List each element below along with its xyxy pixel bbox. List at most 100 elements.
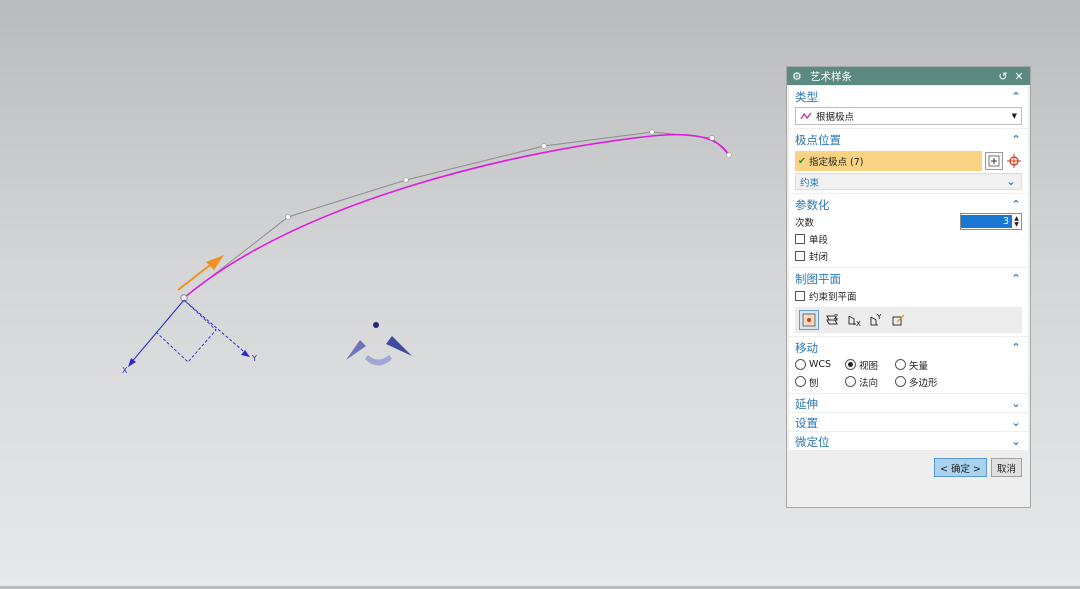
section-title: 类型	[795, 89, 818, 104]
point-picker-button[interactable]	[1006, 153, 1022, 169]
radio-button[interactable]	[895, 376, 906, 387]
svg-text:Y: Y	[876, 313, 882, 321]
closed-label: 封闭	[809, 251, 829, 263]
chevron-up-icon[interactable]: ⌃	[1010, 198, 1022, 211]
svg-text:X: X	[856, 320, 861, 327]
zx-plane-icon[interactable]: Y	[867, 311, 885, 329]
reset-icon[interactable]: ↺	[997, 70, 1009, 83]
section-parameterization: 参数化 ⌃ 次数 3 ▲ ▼ 单段 封闭	[789, 194, 1028, 267]
section-type-header[interactable]: 类型 ⌃	[795, 88, 1022, 105]
move-options-row-2: 刨 法向 多边形	[795, 373, 1022, 390]
dialog-titlebar: ⚙ 艺术样条 ↺ ✕	[787, 67, 1030, 85]
move-option-label: 视图	[859, 360, 879, 372]
type-dropdown-value: 根据极点	[816, 112, 855, 123]
degree-row: 次数 3 ▲ ▼	[795, 213, 1022, 230]
radio-button[interactable]	[895, 359, 906, 370]
spline-curve[interactable]	[183, 133, 730, 299]
degree-value[interactable]: 3	[961, 215, 1012, 228]
chevron-up-icon[interactable]: ⌃	[1010, 341, 1022, 354]
point-dialog-button[interactable]	[985, 152, 1003, 170]
section-title: 设置	[795, 415, 818, 430]
stepper-arrows-icon[interactable]: ▲ ▼	[1012, 215, 1021, 228]
art-spline-dialog: ⚙ 艺术样条 ↺ ✕ 类型 ⌃ 根据极点 ▼ 极点位置 ⌃ ✔ 指定极点 (7)	[786, 66, 1031, 508]
chevron-up-icon[interactable]: ⌃	[1010, 272, 1022, 285]
spline-type-icon	[800, 112, 812, 120]
chevron-up-icon[interactable]: ⌃	[1010, 90, 1022, 103]
xy-plane-icon[interactable]: Z	[823, 311, 841, 329]
constraint-subsection[interactable]: 约束 ⌄	[795, 173, 1022, 190]
pole-point[interactable]	[541, 143, 547, 149]
move-option-label: 刨	[809, 377, 819, 389]
section-title: 制图平面	[795, 271, 841, 286]
point-dialog-icon	[988, 155, 1000, 167]
constrain-to-plane-row[interactable]: 约束到平面	[795, 287, 1022, 304]
pole-selection-row: ✔ 指定极点 (7)	[795, 151, 1022, 171]
type-dropdown[interactable]: 根据极点 ▼	[795, 107, 1022, 125]
svg-text:Z: Z	[834, 314, 838, 321]
wcs-triad: X Y	[122, 299, 257, 375]
section-title: 微定位	[795, 434, 830, 449]
move-options-row-1: WCS 视图 矢量	[795, 356, 1022, 373]
radio-button[interactable]	[795, 376, 806, 387]
radio-button[interactable]	[845, 376, 856, 387]
pole-point[interactable]	[285, 214, 291, 220]
ok-button[interactable]: < 确定 >	[934, 458, 987, 477]
constraint-label: 约束	[800, 177, 820, 189]
section-move-header[interactable]: 移动 ⌃	[795, 339, 1022, 356]
close-icon[interactable]: ✕	[1013, 70, 1025, 83]
plane-icon-bar: Z X Y	[795, 307, 1022, 333]
chevron-up-icon[interactable]: ⌃	[1010, 133, 1022, 146]
move-option-plane[interactable]: 刨	[795, 375, 845, 389]
section-micro-position[interactable]: 微定位 ⌄	[789, 432, 1028, 450]
section-pole-header[interactable]: 极点位置 ⌃	[795, 131, 1022, 148]
move-option-label: 多边形	[909, 377, 938, 389]
chevron-down-icon[interactable]: ⌄	[1010, 416, 1022, 429]
chevron-down-icon[interactable]: ⌄	[1010, 435, 1022, 448]
move-option-vector[interactable]: 矢量	[895, 358, 945, 372]
section-micro-header[interactable]: 微定位 ⌄	[795, 433, 1022, 450]
specify-poles-label: 指定极点 (7)	[808, 157, 864, 168]
pole-point[interactable]	[709, 135, 715, 141]
closed-row[interactable]: 封闭	[795, 247, 1022, 264]
section-title: 延伸	[795, 396, 818, 411]
chevron-down-icon[interactable]: ⌄	[1010, 397, 1022, 410]
section-plane-header[interactable]: 制图平面 ⌃	[795, 270, 1022, 287]
pole-point[interactable]	[403, 177, 409, 183]
chevron-down-icon[interactable]: ▼	[1012, 112, 1017, 120]
view-rotate-widget[interactable]	[346, 322, 412, 366]
chevron-down-icon[interactable]: ⌄	[1005, 175, 1017, 188]
section-param-header[interactable]: 参数化 ⌃	[795, 196, 1022, 213]
pole-point[interactable]	[649, 129, 655, 135]
move-option-normal[interactable]: 法向	[845, 375, 895, 389]
section-settings[interactable]: 设置 ⌄	[789, 413, 1028, 431]
section-drawing-plane: 制图平面 ⌃ 约束到平面 Z X Y	[789, 268, 1028, 336]
radio-button[interactable]	[845, 359, 856, 370]
section-settings-header[interactable]: 设置 ⌄	[795, 414, 1022, 431]
single-segment-row[interactable]: 单段	[795, 230, 1022, 247]
section-extend-header[interactable]: 延伸 ⌄	[795, 395, 1022, 412]
single-segment-checkbox[interactable]	[795, 233, 805, 244]
yz-plane-icon[interactable]: X	[845, 311, 863, 329]
section-extend[interactable]: 延伸 ⌄	[789, 394, 1028, 412]
closed-checkbox[interactable]	[795, 250, 805, 261]
move-option-wcs[interactable]: WCS	[795, 359, 845, 370]
view-plane-icon[interactable]	[799, 310, 819, 330]
section-title: 极点位置	[795, 132, 841, 147]
move-option-label: 矢量	[909, 360, 929, 372]
section-title: 参数化	[795, 197, 830, 212]
single-segment-label: 单段	[809, 234, 829, 246]
cancel-button[interactable]: 取消	[990, 458, 1022, 477]
move-option-polygon[interactable]: 多边形	[895, 375, 945, 389]
constrain-to-plane-checkbox[interactable]	[795, 290, 805, 301]
define-plane-icon[interactable]	[889, 311, 907, 329]
control-polygon	[183, 131, 730, 299]
constrain-to-plane-label: 约束到平面	[809, 291, 857, 303]
crosshair-icon	[1007, 154, 1021, 168]
move-option-view[interactable]: 视图	[845, 358, 895, 372]
pole-point[interactable]	[726, 152, 732, 158]
axis-y-label: Y	[251, 354, 257, 363]
degree-stepper[interactable]: 3 ▲ ▼	[960, 213, 1022, 230]
specify-poles-selection[interactable]: ✔ 指定极点 (7)	[795, 151, 982, 171]
radio-button[interactable]	[795, 359, 806, 370]
degree-label: 次数	[795, 217, 815, 229]
